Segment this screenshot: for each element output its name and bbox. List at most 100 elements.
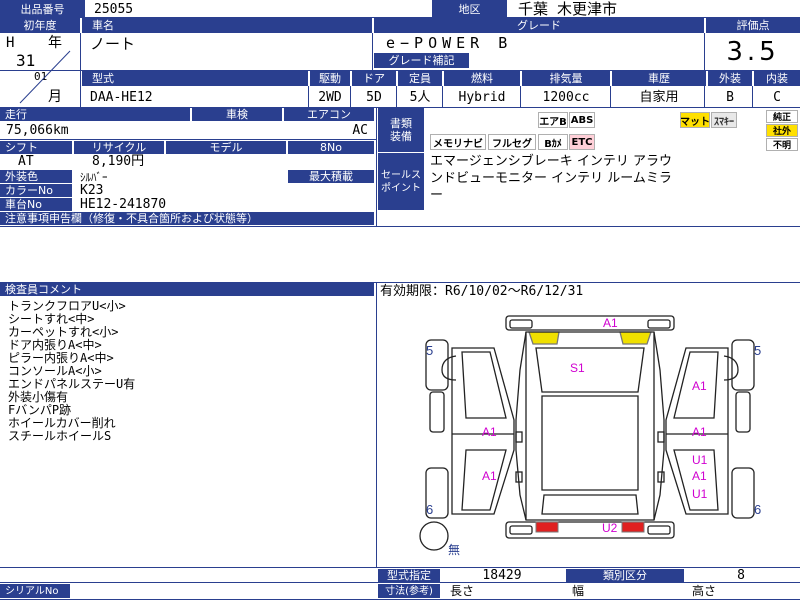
grade-label: グレード bbox=[374, 18, 704, 33]
recycle: 8,190円 bbox=[92, 154, 145, 169]
spare-mark: 無 bbox=[448, 542, 460, 557]
type-code-label: 型式 bbox=[82, 71, 308, 86]
tire-front-right bbox=[731, 467, 755, 519]
fuel-label: 燃料 bbox=[444, 71, 520, 86]
chassis-label: 車台No bbox=[0, 198, 72, 211]
color-no-label: カラーNo bbox=[0, 184, 72, 197]
interior: C bbox=[773, 89, 781, 105]
roof bbox=[541, 395, 639, 491]
tire-rear-right bbox=[731, 339, 755, 391]
hood bbox=[541, 494, 639, 515]
region: 千葉 木更津市 bbox=[518, 0, 618, 18]
headlamp-left bbox=[535, 521, 559, 533]
equip-airbag: エアB bbox=[538, 112, 568, 128]
score: 3.5 bbox=[726, 36, 780, 67]
headlamp-right bbox=[621, 521, 645, 533]
equip-etc: ETC bbox=[569, 134, 595, 150]
inspector-label: 検査員コメント bbox=[0, 283, 374, 296]
mark-trunk: S1 bbox=[570, 361, 585, 375]
tire-num-bl: 6 bbox=[426, 502, 433, 517]
mark-front: U2 bbox=[602, 521, 618, 535]
color-label: 外装色 bbox=[0, 170, 72, 183]
mark-left-front-door: A1 bbox=[482, 469, 497, 483]
exterior-label: 外装 bbox=[708, 71, 752, 86]
displacement: 1200cc bbox=[542, 89, 590, 105]
interior-label: 内装 bbox=[754, 71, 800, 86]
equip-smartkey: ｽﾏｷｰ bbox=[711, 112, 737, 128]
mark-right-front-u1b: U1 bbox=[692, 487, 708, 501]
capacity: 5人 bbox=[409, 89, 431, 105]
spare-tire bbox=[419, 521, 449, 551]
mark-right-rear-door: A1 bbox=[692, 425, 707, 439]
equip-aftermarket: 社外 bbox=[766, 124, 798, 137]
mark-right-front-a1: A1 bbox=[692, 469, 707, 483]
tire-num-tl: 5 bbox=[426, 343, 433, 358]
grade-note-label: グレード補記 bbox=[374, 53, 469, 68]
type-designation-label: 型式指定 bbox=[378, 569, 440, 582]
type-designation: 18429 bbox=[482, 568, 522, 583]
shift: AT bbox=[18, 154, 34, 169]
class-value: 8 bbox=[737, 568, 745, 583]
doors-label: ドア bbox=[352, 71, 396, 86]
equipment-label: 書類 装備 bbox=[378, 108, 424, 152]
shift-label: シフト bbox=[0, 141, 72, 154]
inspector-comments: トランクフロアU<小> シートすれ<中> カーペットすれ<小> ドア内張りA<中> ピラ… bbox=[8, 300, 368, 460]
front-bumper bbox=[505, 521, 675, 539]
history-label: 車歴 bbox=[612, 71, 706, 86]
mileage-label: 走行 bbox=[0, 108, 190, 121]
history: 自家用 bbox=[639, 89, 679, 105]
drive: 2WD bbox=[318, 89, 342, 105]
length-label: 長さ bbox=[450, 584, 475, 598]
equip-unknown: 不明 bbox=[766, 138, 798, 151]
mark-left-rear-door: A1 bbox=[482, 425, 497, 439]
validity: 有効期限：R6/10/02〜R6/12/31 bbox=[380, 283, 584, 299]
equip-abs: ABS bbox=[569, 112, 595, 128]
equip-mat: マット bbox=[680, 112, 710, 128]
equip-memory-navi: メモリナビ bbox=[430, 134, 486, 150]
eight-no-label: 8No bbox=[288, 141, 374, 154]
size-label: 寸法(参考) bbox=[378, 584, 440, 598]
trunk-lid bbox=[535, 347, 645, 393]
tire-num-br: 6 bbox=[754, 502, 761, 517]
equip-fullseg: フルセグ bbox=[488, 134, 536, 150]
model-name: ノート bbox=[90, 34, 136, 53]
rear-lamp-right bbox=[619, 331, 652, 345]
fuel: Hybrid bbox=[458, 89, 506, 105]
equip-back-camera: Bｶﾒ bbox=[538, 134, 568, 150]
grade: e−POWER B bbox=[386, 34, 513, 52]
lot-number-label: 出品番号 bbox=[0, 0, 85, 18]
inspector-comment-line: スチールホイールS bbox=[8, 429, 112, 443]
sales-point-text: エマージェンシブレーキ インテリ アラウ ンドビューモニター インテリ ルームミ… bbox=[430, 154, 673, 203]
mark-right-rear-quarter: A1 bbox=[692, 379, 707, 393]
drive-label: 駆動 bbox=[310, 71, 350, 86]
displacement-label: 排気量 bbox=[522, 71, 610, 86]
car-diagram: 5 5 6 6 無 A1 S1 A1 A1 A1 U1 A1 A1 U1 U2 bbox=[419, 315, 761, 557]
sales-point-label: セールス ポイント bbox=[378, 153, 424, 210]
color-no: K23 bbox=[80, 183, 104, 198]
mark-rear: A1 bbox=[603, 316, 618, 330]
max-load-label: 最大積載 bbox=[288, 170, 374, 183]
ac: AC bbox=[352, 123, 368, 138]
height-label: 高さ bbox=[692, 584, 717, 598]
ac-label: エアコン bbox=[284, 108, 374, 121]
chassis: HE12-241870 bbox=[80, 197, 167, 212]
color: ｼﾙﾊﾞｰ bbox=[80, 170, 108, 184]
capacity-label: 定員 bbox=[398, 71, 442, 86]
type-code: DAA-HE12 bbox=[90, 89, 153, 105]
lot-number: 25055 bbox=[94, 1, 134, 17]
inspection-label: 車検 bbox=[192, 108, 282, 121]
model-label: モデル bbox=[166, 141, 286, 154]
region-label: 地区 bbox=[432, 0, 507, 18]
model-name-label: 車名 bbox=[82, 18, 372, 33]
doors: 5D bbox=[366, 89, 382, 105]
serial-label: シリアルNo bbox=[0, 584, 70, 598]
recycle-label: リサイクル bbox=[74, 141, 164, 154]
tire-num-tr: 5 bbox=[754, 343, 761, 358]
width-label: 幅 bbox=[572, 584, 585, 598]
first-reg-label: 初年度 bbox=[0, 18, 80, 33]
mileage: 75,066km bbox=[6, 123, 69, 138]
exterior: B bbox=[726, 89, 734, 105]
mark-right-front-u1a: U1 bbox=[692, 453, 708, 467]
rear-lamp-left bbox=[528, 331, 560, 345]
class-label: 類別区分 bbox=[566, 569, 684, 582]
